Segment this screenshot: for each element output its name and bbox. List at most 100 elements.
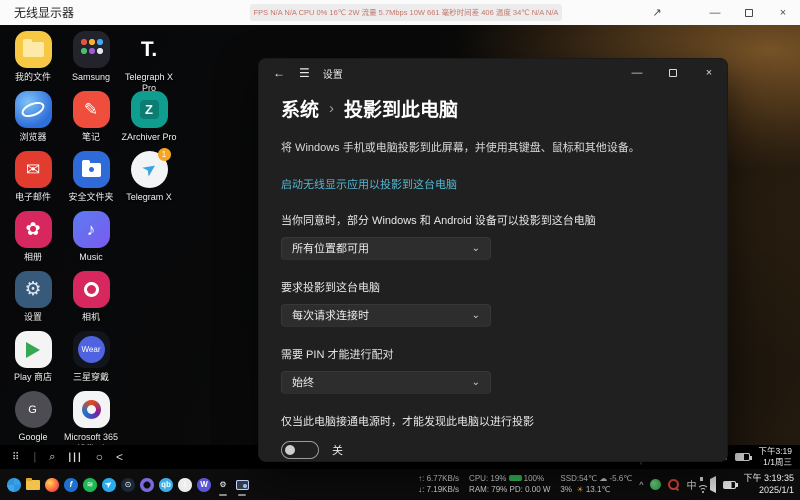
firefox-icon[interactable] — [43, 473, 61, 497]
breadcrumb: 系统 › 投影到此电脑 — [281, 95, 705, 122]
my-files-icon — [14, 31, 52, 68]
settings-gear-icon[interactable]: ⚙ — [214, 473, 232, 497]
windows-clock[interactable]: 下午 3:19:35 2025/1/1 — [743, 473, 794, 496]
maximize-icon — [745, 8, 753, 17]
spotify-icon[interactable]: ≋ — [81, 473, 99, 497]
page-description: 将 Windows 手机或电脑投影到此屏幕，并使用其键盘、鼠标和其他设备。 — [281, 142, 640, 154]
app-telegram-x[interactable]: ➤ 1 Telegram X — [120, 148, 178, 211]
settings-content: 系统 › 投影到此电脑 将 Windows 手机或电脑投影到此屏幕，并使用其键盘… — [259, 95, 727, 461]
camera-icon — [72, 271, 110, 308]
download-manager-icon[interactable]: ⇩ — [176, 473, 194, 497]
speaker-icon[interactable] — [710, 476, 717, 493]
app-galaxy-wearable[interactable]: Wear 三星穿戴 — [62, 331, 120, 391]
app-camera[interactable]: 相机 — [62, 271, 120, 331]
dex-clock[interactable]: 下午3:19 1/1周三 — [758, 446, 792, 468]
files-app-icon[interactable]: f — [62, 473, 80, 497]
traffic-monitor[interactable]: ↑: 6.77KB/s ↓: 7.19KB/s CPU: 19% 100% RA… — [418, 474, 632, 496]
win-time: 下午 3:19:35 — [743, 472, 794, 483]
all-apps-icon[interactable]: ⠿ — [12, 452, 20, 463]
breadcrumb-parent[interactable]: 系统 — [281, 95, 319, 122]
maximize-button[interactable] — [655, 59, 691, 87]
minimize-button[interactable]: — — [619, 59, 655, 87]
play-store-icon — [14, 331, 52, 368]
ring-app-icon[interactable] — [138, 473, 156, 497]
app-zarchiver[interactable]: Z ZArchiver Pro — [120, 91, 178, 151]
win-date: 2025/1/1 — [758, 484, 794, 495]
steam-icon[interactable]: ⊙ — [119, 473, 137, 497]
home-icon[interactable]: ○ — [96, 450, 103, 464]
file-explorer-icon[interactable] — [24, 473, 42, 497]
wearable-icon: Wear — [72, 331, 110, 368]
settings-window-controls: — × — [619, 59, 727, 87]
chevron-down-icon: ⌄ — [471, 376, 480, 388]
notes-icon: ✎ — [72, 91, 110, 128]
email-icon: ✉ — [14, 151, 52, 188]
notification-badge: 1 — [157, 148, 171, 161]
app-play-store[interactable]: Play 商店 — [4, 331, 62, 391]
dex-date: 1/1周三 — [763, 457, 792, 467]
close-button[interactable]: × — [691, 59, 727, 87]
minimize-button[interactable]: — — [698, 0, 732, 25]
require-pin-label: 需要 PIN 才能进行配对 — [281, 348, 394, 361]
fullscreen-icon[interactable]: ↗ — [640, 0, 674, 25]
hidden-icons-chevron[interactable]: ^ — [639, 480, 643, 490]
app-settings[interactable]: ⚙ 设置 — [4, 271, 62, 331]
disk-usage: 3% — [560, 484, 572, 494]
magnifier-tray-icon[interactable] — [668, 479, 680, 490]
search-icon[interactable]: ⌕ — [49, 451, 55, 464]
require-pin-dropdown[interactable]: 始终 ⌄ — [281, 370, 491, 394]
net-down: ↓: 7.19KB/s — [418, 484, 460, 494]
app-my-files[interactable]: 我的文件 — [4, 31, 62, 91]
pd-watts: PD: 0.00 W — [509, 484, 551, 494]
windows-start-button[interactable] — [5, 473, 23, 497]
app-grid: 我的文件 Samsung T. Telegraph X Pro 浏览器 ✎ 笔记… — [4, 31, 178, 453]
breadcrumb-separator: › — [329, 100, 335, 117]
telegraph-icon: T. — [140, 37, 158, 61]
back-icon[interactable]: ← — [273, 66, 285, 80]
screen: 无线显示器 FPS N/A N/A CPU 0% 16℃ 2W 流量 5.7Mb… — [0, 0, 800, 500]
battery-charge: 100% — [523, 473, 545, 483]
app-email[interactable]: ✉ 电子邮件 — [4, 151, 62, 211]
gallery-icon: ✿ — [14, 211, 52, 248]
app-microsoft-365[interactable]: Microsoft 365 (Office) — [62, 391, 120, 453]
browser-icon — [14, 91, 52, 128]
app-secure-folder[interactable]: 安全文件夹 — [62, 151, 120, 211]
app-notes[interactable]: ✎ 笔记 — [62, 91, 120, 151]
launch-wireless-display-link[interactable]: 启动无线显示应用以投影到这台电脑 — [281, 176, 457, 192]
back-icon[interactable]: < — [116, 450, 123, 464]
telegram-x-icon: ➤ 1 — [130, 148, 171, 188]
divider: | — [33, 451, 37, 463]
maximize-button[interactable] — [732, 0, 766, 25]
close-button[interactable]: × — [766, 0, 800, 25]
ime-indicator[interactable]: 中 — [686, 477, 696, 492]
app-samsung-folder[interactable]: Samsung — [62, 31, 120, 91]
dex-time: 下午3:19 — [758, 445, 792, 456]
allow-projection-dropdown[interactable]: 所有位置都可用 ⌄ — [281, 236, 491, 260]
watt-toolkit-icon[interactable]: W — [195, 473, 213, 497]
system-tray: ^ 中 — [639, 476, 739, 493]
app-gallery[interactable]: ✿ 相册 — [4, 211, 62, 271]
app-browser[interactable]: 浏览器 — [4, 91, 62, 151]
zarchiver-icon: Z — [130, 91, 168, 128]
qbittorrent-icon[interactable]: qb — [157, 473, 175, 497]
app-music[interactable]: ♪ Music — [62, 211, 120, 271]
stream-stats-overlay: FPS N/A N/A CPU 0% 16℃ 2W 流量 5.7Mbps 10W… — [250, 4, 562, 21]
power-only-toggle[interactable] — [281, 440, 319, 459]
green-tray-icon[interactable] — [650, 479, 662, 490]
toggle-knob — [285, 444, 295, 455]
ask-to-project-dropdown[interactable]: 每次请求连接时 ⌄ — [281, 303, 491, 327]
telegram-icon[interactable]: ➤ — [100, 473, 118, 497]
settings-app-title: 设置 — [322, 69, 343, 81]
microsoft-365-icon — [72, 391, 110, 428]
chevron-down-icon: ⌄ — [471, 242, 480, 254]
recents-icon[interactable]: ||| — [68, 452, 82, 463]
chevron-down-icon: ⌄ — [471, 309, 480, 321]
app-telegraph-x-pro[interactable]: T. Telegraph X Pro — [120, 31, 178, 94]
wireless-display-icon[interactable] — [233, 473, 251, 497]
battery-icon[interactable] — [723, 480, 739, 489]
hamburger-menu-icon[interactable]: ☰ — [299, 66, 310, 80]
app-google-folder[interactable]: G Google — [4, 391, 62, 451]
taskbar-icons: f ≋ ➤ ⊙ qb ⇩ W ⚙ — [5, 473, 251, 497]
temp-sun: 13.1℃ — [585, 484, 611, 494]
settings-titlebar[interactable]: ← ☰ 设置 — × — [259, 59, 727, 87]
